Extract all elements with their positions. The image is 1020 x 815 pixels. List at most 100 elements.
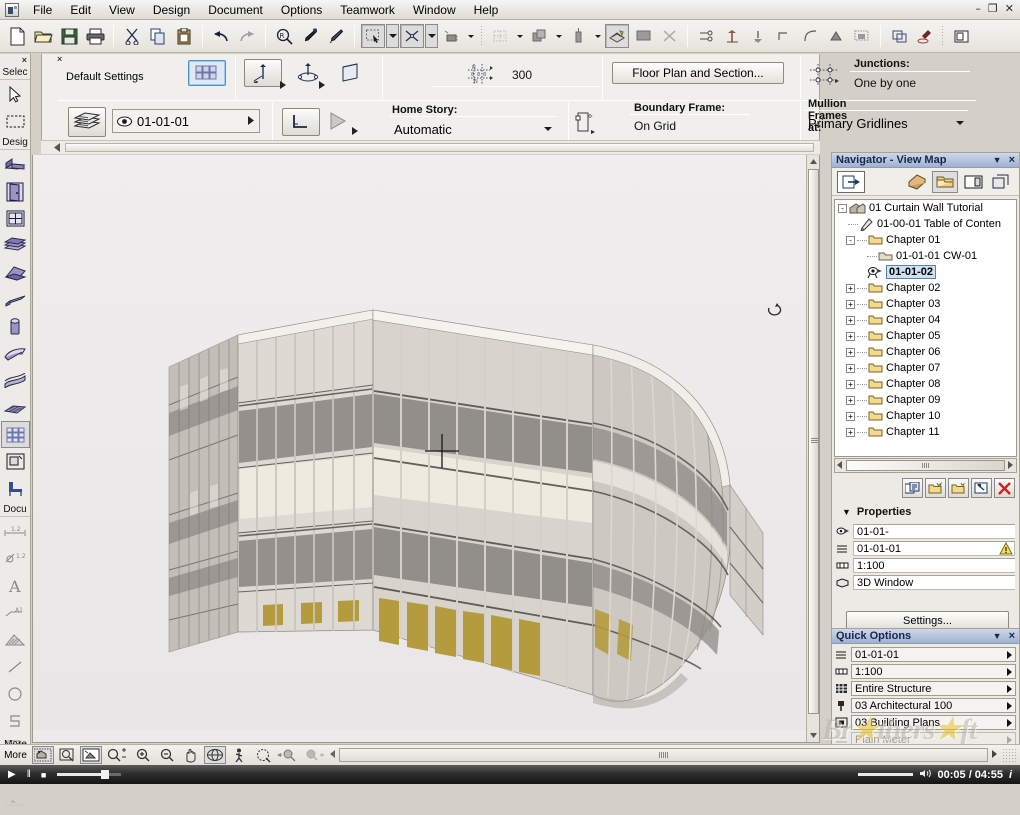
- story-dropdown-arrow[interactable]: [248, 114, 255, 128]
- elevation-corner-icon[interactable]: [282, 108, 320, 136]
- redo-arrow-icon[interactable]: [235, 24, 259, 48]
- slab-icon[interactable]: [1, 232, 30, 259]
- layers-story-icon[interactable]: [68, 107, 106, 137]
- window-icon[interactable]: [1, 205, 30, 232]
- polyline-icon[interactable]: [1, 707, 30, 734]
- shell-icon[interactable]: [1, 340, 30, 367]
- navigator-close-button[interactable]: ×: [1009, 154, 1015, 166]
- tree-node[interactable]: + Chapter 11: [835, 424, 1016, 440]
- tree-node[interactable]: + Chapter 09: [835, 392, 1016, 408]
- place-method-arrow[interactable]: [280, 80, 287, 92]
- label-icon[interactable]: A1: [1, 599, 30, 626]
- scale-arrow[interactable]: [1007, 668, 1012, 676]
- drag-copy-icon[interactable]: [746, 24, 770, 48]
- layer-combination-arrow[interactable]: [1007, 651, 1012, 659]
- mullion-frames-selector[interactable]: Primary Gridlines: [804, 112, 968, 134]
- curtain-wall-icon[interactable]: [1, 421, 30, 448]
- grid-dropdown-arrow[interactable]: [513, 24, 526, 48]
- property-value-scale[interactable]: 1:100: [853, 558, 1015, 573]
- revolve-method-arrow[interactable]: [319, 80, 326, 92]
- save-current-view-button[interactable]: [925, 478, 946, 498]
- menu-item-file[interactable]: File: [24, 1, 61, 19]
- roof-icon[interactable]: [1, 259, 30, 286]
- tree-scroll-thumb[interactable]: [846, 460, 1005, 471]
- status-horizontal-scrollbar[interactable]: [339, 748, 988, 762]
- tree-node[interactable]: 01-01-02: [835, 264, 1016, 280]
- tree-node[interactable]: + Chapter 02: [835, 280, 1016, 296]
- orbit-icon[interactable]: [204, 746, 226, 764]
- arrow-select-icon[interactable]: [1, 81, 30, 108]
- copy-icon[interactable]: [146, 24, 170, 48]
- open-folder-icon[interactable]: [31, 24, 55, 48]
- object-chair-icon[interactable]: [1, 475, 30, 502]
- next-zoom-icon[interactable]: [302, 746, 326, 764]
- line-icon[interactable]: [1, 653, 30, 680]
- info-box-scroll-thumb[interactable]: [65, 143, 814, 152]
- 3d-orbit-globe-icon[interactable]: [252, 746, 274, 764]
- print-icon[interactable]: [83, 24, 107, 48]
- property-value-layer[interactable]: 01-01-01: [853, 541, 1015, 556]
- minimize-button[interactable]: –: [975, 2, 981, 16]
- zone-icon[interactable]: [1, 448, 30, 475]
- player-progress-slider[interactable]: [57, 773, 121, 776]
- pen-set-selector[interactable]: 03 Architectural 100: [851, 698, 1016, 713]
- trim-icon[interactable]: [566, 24, 590, 48]
- explore-walk-icon[interactable]: [228, 746, 250, 764]
- tree-toggle[interactable]: +: [846, 348, 855, 357]
- search-parameter-icon[interactable]: R: [272, 24, 296, 48]
- property-value-window-type[interactable]: 3D Window: [853, 575, 1015, 590]
- tree-node[interactable]: - Chapter 01: [835, 232, 1016, 248]
- model-view-options-arrow[interactable]: [1007, 719, 1012, 727]
- speaker-icon[interactable]: [919, 768, 932, 782]
- menu-item-window[interactable]: Window: [404, 1, 465, 19]
- mesh-icon[interactable]: [1, 367, 30, 394]
- navigator-collapse-button[interactable]: ▼: [993, 155, 1002, 165]
- zoom-plus-minus-icon[interactable]: [104, 746, 130, 764]
- player-info-icon[interactable]: i: [1009, 769, 1012, 781]
- menu-item-help[interactable]: Help: [465, 1, 508, 19]
- tree-toggle[interactable]: +: [846, 284, 855, 293]
- tree-node[interactable]: + Chapter 03: [835, 296, 1016, 312]
- tree-toggle[interactable]: -: [838, 204, 847, 213]
- menu-item-design[interactable]: Design: [144, 1, 199, 19]
- info-box-scrollbar[interactable]: [41, 140, 820, 154]
- tree-node[interactable]: + Chapter 08: [835, 376, 1016, 392]
- zoom-window-icon[interactable]: [56, 746, 78, 764]
- info-box-close-button[interactable]: ×: [57, 54, 62, 64]
- viewport-vertical-scroll-thumb[interactable]: [808, 169, 819, 714]
- resize-grip[interactable]: [1002, 748, 1016, 762]
- 3d-cutaway-icon[interactable]: [605, 24, 629, 48]
- detail-icon[interactable]: [1, 788, 30, 815]
- toolbox-close-button[interactable]: ×: [22, 55, 27, 65]
- home-story-dropdown-arrow[interactable]: [544, 127, 552, 131]
- play-triangle-icon[interactable]: [328, 111, 350, 134]
- structure-display-selector[interactable]: Entire Structure: [851, 681, 1016, 696]
- fill-icon[interactable]: [1, 626, 30, 653]
- info-box-scroll-left[interactable]: [54, 143, 61, 155]
- elevation-dropdown-arrow[interactable]: [464, 24, 477, 48]
- cut-scissors-icon[interactable]: [120, 24, 144, 48]
- dimension-icon[interactable]: 1.2: [1, 518, 30, 545]
- wall-icon[interactable]: [1, 151, 30, 178]
- tree-scroll-right-button[interactable]: [1006, 460, 1016, 472]
- morph-icon[interactable]: [1, 394, 30, 421]
- new-document-icon[interactable]: [5, 24, 29, 48]
- tree-node[interactable]: 01-00-01 Table of Conten: [835, 216, 1016, 232]
- marquee-icon[interactable]: [1, 108, 30, 135]
- viewport-scroll-down-button[interactable]: [808, 730, 819, 741]
- fit-in-window-icon[interactable]: [80, 746, 102, 764]
- explode-dropdown-arrow[interactable]: [425, 24, 438, 48]
- view-settings-button[interactable]: [902, 478, 923, 498]
- junctions-value-field[interactable]: One by one: [850, 73, 972, 92]
- save-disk-icon[interactable]: [57, 24, 81, 48]
- tree-toggle[interactable]: +: [846, 332, 855, 341]
- play-button[interactable]: ▶: [8, 769, 16, 780]
- group-icon[interactable]: [887, 24, 911, 48]
- door-icon[interactable]: [1, 178, 30, 205]
- mullion-frames-dropdown-arrow[interactable]: [956, 121, 964, 125]
- status-scroll-right-arrow[interactable]: [992, 749, 998, 761]
- floor-plan-and-section-button[interactable]: Floor Plan and Section...: [612, 62, 784, 84]
- eyedropper-icon[interactable]: [298, 24, 322, 48]
- menu-item-teamwork[interactable]: Teamwork: [331, 1, 404, 19]
- home-story-selector[interactable]: Automatic: [390, 118, 556, 140]
